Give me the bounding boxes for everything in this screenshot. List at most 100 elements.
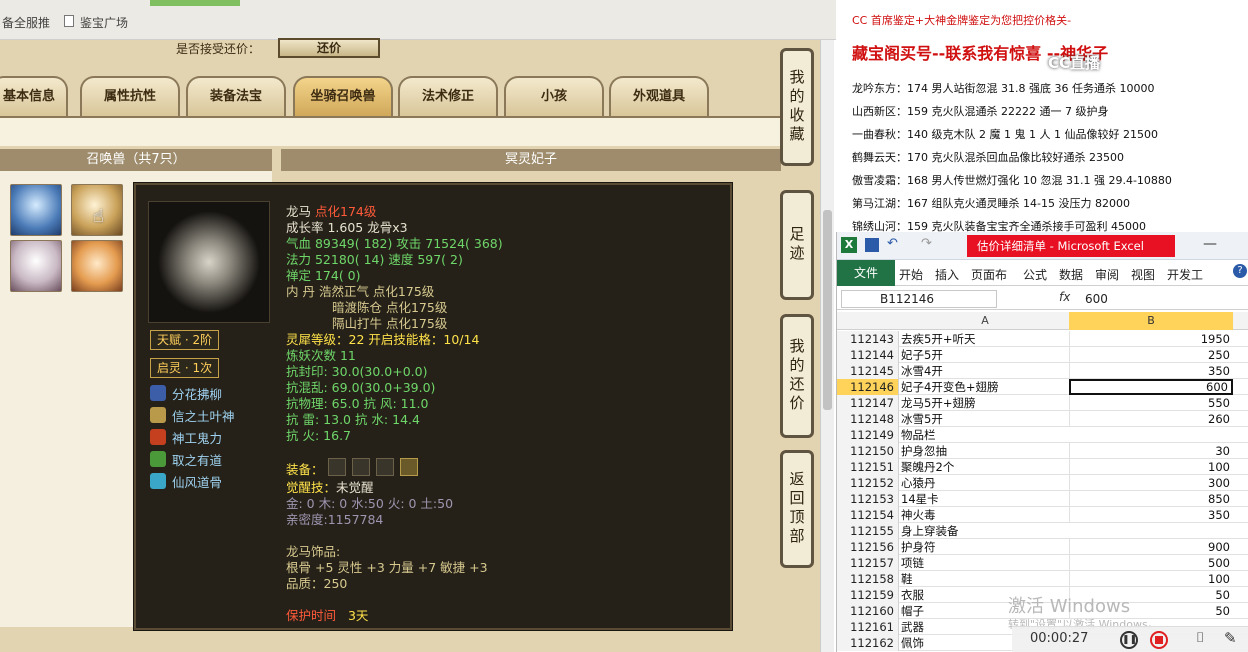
row-number[interactable]: 112159	[837, 587, 899, 603]
equip-slot-4[interactable]	[400, 458, 418, 476]
cell-a[interactable]: 妃子4开变色+翅膀	[901, 379, 1069, 395]
tab-basic-info[interactable]: 基本信息	[0, 76, 68, 116]
fx-icon[interactable]: fx	[1059, 290, 1070, 304]
pause-icon[interactable]: ❚❚	[1120, 631, 1138, 649]
cell-a[interactable]: 聚魄丹2个	[901, 459, 1069, 475]
cell-a[interactable]: 项链	[901, 555, 1069, 571]
pet-avatar-1[interactable]	[10, 184, 62, 236]
tab-equipment[interactable]: 装备法宝	[186, 76, 286, 116]
table-row[interactable]: 112144 妃子5开 250	[837, 347, 1248, 363]
equip-slot-1[interactable]	[328, 458, 346, 476]
footprint-button[interactable]: 足迹	[780, 190, 814, 300]
table-row[interactable]: 112145 冰雪4开 350	[837, 363, 1248, 379]
cell-b[interactable]: 1950	[1069, 331, 1233, 347]
cell-b[interactable]: 100	[1069, 571, 1233, 587]
cell-a[interactable]: 冰雪4开	[901, 363, 1069, 379]
cell-b[interactable]: 100	[1069, 459, 1233, 475]
tab-mounts-pets[interactable]: 坐骑召唤兽	[293, 76, 393, 116]
table-row[interactable]: 112154 神火毒 350	[837, 507, 1248, 523]
row-number[interactable]: 112152	[837, 475, 899, 491]
table-row[interactable]: 112147 龙马5开+翅膀 550	[837, 395, 1248, 411]
table-row[interactable]: 112143 去疾5开+听天 1950	[837, 331, 1248, 347]
row-number[interactable]: 112160	[837, 603, 899, 619]
row-number[interactable]: 112155	[837, 523, 899, 539]
cell-b[interactable]: 550	[1069, 395, 1233, 411]
redo-icon[interactable]: ↷	[921, 236, 932, 251]
ribbon-tab-data[interactable]: 数据	[1059, 266, 1083, 283]
back-to-top-button[interactable]: 返回顶部	[780, 450, 814, 568]
row-number[interactable]: 112156	[837, 539, 899, 555]
row-number[interactable]: 112145	[837, 363, 899, 379]
table-row[interactable]: 112153 14星卡 850	[837, 491, 1248, 507]
table-row[interactable]: 112157 项链 500	[837, 555, 1248, 571]
cell-a[interactable]: 心猿丹	[901, 475, 1069, 491]
bookmark-1[interactable]: 备全服推	[2, 14, 50, 31]
tab-attributes[interactable]: 属性抗性	[80, 76, 180, 116]
ribbon-tab-home[interactable]: 开始	[899, 266, 923, 283]
table-row[interactable]: 112156 护身符 900	[837, 539, 1248, 555]
equip-slot-2[interactable]	[352, 458, 370, 476]
formula-input[interactable]: 600	[1085, 290, 1247, 308]
tab-appearance[interactable]: 外观道具	[609, 76, 709, 116]
table-row[interactable]: 112158 鞋 100	[837, 571, 1248, 587]
cell-b[interactable]: 260	[1069, 411, 1233, 427]
col-header-b[interactable]: B	[1069, 312, 1233, 330]
row-number[interactable]: 112144	[837, 347, 899, 363]
name-box[interactable]: B112146	[841, 290, 997, 308]
save-icon[interactable]	[865, 238, 879, 252]
ribbon-tab-formulas[interactable]: 公式	[1023, 266, 1047, 283]
cell-a[interactable]: 护身忽抽	[901, 443, 1069, 459]
cell-b[interactable]: 850	[1069, 491, 1233, 507]
help-icon[interactable]: ?	[1233, 264, 1247, 278]
row-number[interactable]: 112148	[837, 411, 899, 427]
skill-2[interactable]: 信之土叶神	[150, 405, 235, 425]
row-number[interactable]: 112162	[837, 635, 899, 651]
tab-children[interactable]: 小孩	[504, 76, 604, 116]
cell-a[interactable]: 神火毒	[901, 507, 1069, 523]
row-number[interactable]: 112146	[837, 379, 899, 395]
cell-a[interactable]: 龙马5开+翅膀	[901, 395, 1069, 411]
cell-b[interactable]: 600	[1069, 379, 1233, 395]
row-number[interactable]: 112147	[837, 395, 899, 411]
cell-a[interactable]: 去疾5开+听天	[901, 331, 1069, 347]
cell-a[interactable]: 身上穿装备	[901, 523, 1069, 539]
table-row[interactable]: 112151 聚魄丹2个 100	[837, 459, 1248, 475]
table-row[interactable]: 112152 心猿丹 300	[837, 475, 1248, 491]
camera-icon[interactable]: ⌷	[1196, 630, 1204, 646]
table-row[interactable]: 112148 冰雪5开 260	[837, 411, 1248, 427]
col-header-a[interactable]: A	[901, 314, 1069, 327]
cell-b[interactable]: 300	[1069, 475, 1233, 491]
ribbon-tab-developer[interactable]: 开发工	[1167, 266, 1203, 283]
row-number[interactable]: 112154	[837, 507, 899, 523]
row-number[interactable]: 112151	[837, 459, 899, 475]
cell-a[interactable]: 14星卡	[901, 491, 1069, 507]
table-row[interactable]: 112150 护身忽抽 30	[837, 443, 1248, 459]
cell-a[interactable]: 冰雪5开	[901, 411, 1069, 427]
table-row[interactable]: 112146 妃子4开变色+翅膀 600	[837, 379, 1248, 395]
row-number[interactable]: 112143	[837, 331, 899, 347]
cell-a[interactable]: 妃子5开	[901, 347, 1069, 363]
ribbon-tab-file[interactable]: 文件	[837, 260, 895, 286]
cell-b[interactable]: 30	[1069, 443, 1233, 459]
pet-avatar-4[interactable]	[71, 240, 123, 292]
bookmark-2[interactable]: 鉴宝广场	[80, 14, 128, 31]
cell-a[interactable]: 鞋	[901, 571, 1069, 587]
equip-slot-3[interactable]	[376, 458, 394, 476]
row-number[interactable]: 112153	[837, 491, 899, 507]
stop-icon[interactable]	[1150, 631, 1168, 649]
table-row[interactable]: 112155 身上穿装备	[837, 523, 1248, 539]
cell-a[interactable]: 物品栏	[901, 427, 1069, 443]
cell-b[interactable]: 350	[1069, 507, 1233, 523]
skill-5[interactable]: 仙风道骨	[150, 471, 222, 491]
row-number[interactable]: 112157	[837, 555, 899, 571]
table-row[interactable]: 112149 物品栏	[837, 427, 1248, 443]
ribbon-tab-layout[interactable]: 页面布	[971, 266, 1007, 283]
skill-4[interactable]: 取之有道	[150, 449, 222, 469]
cell-a[interactable]: 护身符	[901, 539, 1069, 555]
cell-b[interactable]: 900	[1069, 539, 1233, 555]
minimize-icon[interactable]: —	[1203, 236, 1217, 252]
skill-3[interactable]: 神工鬼力	[150, 427, 222, 447]
page-scrollbar[interactable]	[820, 40, 834, 652]
ribbon-tab-insert[interactable]: 插入	[935, 266, 959, 283]
tab-spells[interactable]: 法术修正	[398, 76, 498, 116]
